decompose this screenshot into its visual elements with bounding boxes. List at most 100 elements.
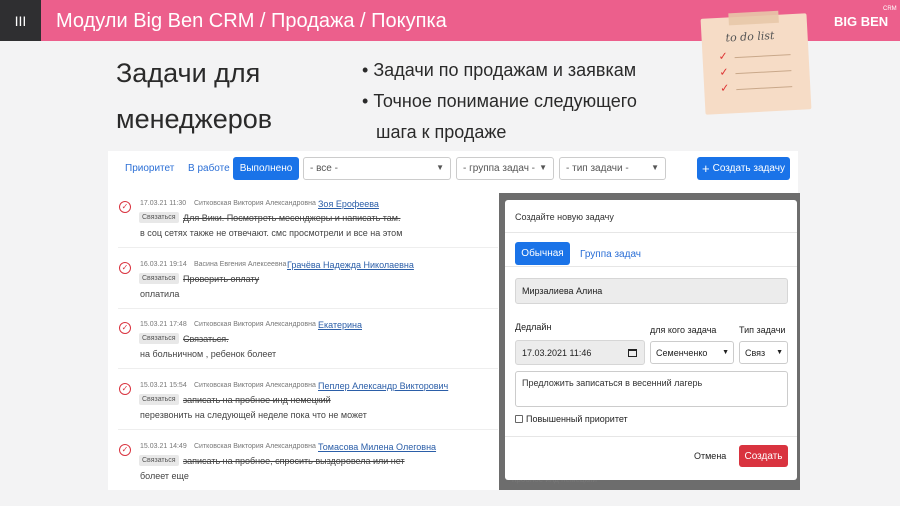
filter-all-select[interactable]: - все - ▼ xyxy=(303,157,451,180)
divider xyxy=(118,247,498,248)
task-note: на больничном , ребенок болеет xyxy=(140,349,277,359)
calendar-icon[interactable] xyxy=(628,348,637,357)
create-task-modal: Создайте новую задачу Обычная Группа зад… xyxy=(505,200,797,480)
divider xyxy=(118,368,498,369)
task-badge: Связаться xyxy=(139,455,179,466)
bullet-2-text: Точное понимание следующего xyxy=(373,91,637,111)
chevron-down-icon: ▼ xyxy=(651,163,659,172)
task-note: оплатила xyxy=(140,289,180,299)
chevron-down-icon: ▼ xyxy=(722,349,729,356)
priority-checkbox[interactable] xyxy=(515,415,523,423)
check-circle-icon[interactable]: ✓ xyxy=(119,262,131,274)
task-badge: Связаться xyxy=(139,394,179,405)
divider xyxy=(505,436,797,437)
task-title: Проверить оплату xyxy=(183,274,260,284)
nav-in-work[interactable]: В работе xyxy=(188,163,230,174)
task-author: Ситковская Виктория Александровна xyxy=(194,321,316,328)
heading-line1: Задачи для xyxy=(116,58,261,88)
client-field[interactable]: Мирзалиева Алина xyxy=(515,278,788,304)
chevron-down-icon: ▼ xyxy=(436,163,444,172)
bullet-1-text: Задачи по продажам и заявкам xyxy=(373,60,637,80)
submit-create-button[interactable]: Создать xyxy=(739,445,788,467)
plus-icon: + xyxy=(702,161,710,176)
check-circle-icon[interactable]: ✓ xyxy=(119,322,131,334)
task-client-link[interactable]: Екатерина xyxy=(318,320,362,330)
task-date: 17.03.21 11:30 xyxy=(140,200,187,207)
task-author: Ситковская Виктория Александровна xyxy=(194,443,316,450)
cancel-button[interactable]: Отмена xyxy=(694,451,726,461)
task-note: в соц сетях также не отвечают. смс просм… xyxy=(140,228,403,238)
check-icon: ✓ xyxy=(719,66,729,79)
heading-line2: менеджеров xyxy=(116,104,273,134)
slide-title: Модули Big Ben CRM / Продажа / Покупка xyxy=(56,10,447,32)
note-line xyxy=(736,86,793,91)
bullet-2: • Точное понимание следующего xyxy=(362,91,637,111)
divider xyxy=(505,232,797,233)
filter-type-value: - тип задачи - xyxy=(566,163,629,174)
bigben-logo: BIG BEN CRM xyxy=(834,4,897,38)
task-title: записать на пробное, спросить выздоровел… xyxy=(183,456,405,466)
create-task-label: Создать задачу xyxy=(712,163,785,174)
task-title: Связаться. xyxy=(183,334,229,344)
assignee-label: для кого задача xyxy=(650,325,717,335)
check-icon: ✓ xyxy=(719,82,730,95)
note-line xyxy=(734,54,791,59)
task-note: болеет еще xyxy=(140,471,189,481)
task-author: Васина Евгения Алексеевна xyxy=(194,261,287,268)
tab-group[interactable]: Группа задач xyxy=(580,249,641,260)
nav-priority[interactable]: Приоритет xyxy=(125,163,174,174)
tab-regular[interactable]: Обычная xyxy=(515,242,570,265)
task-badge: Связаться xyxy=(139,333,179,344)
deadline-input[interactable]: 17.03.2021 11:46 xyxy=(515,340,645,365)
todo-note-illustration: to do list ✓ ✓ ✓ xyxy=(700,10,812,115)
check-circle-icon[interactable]: ✓ xyxy=(119,201,131,213)
filter-type-select[interactable]: - тип задачи - ▼ xyxy=(559,157,666,180)
task-badge: Связаться xyxy=(139,273,179,284)
deadline-label: Дедлайн xyxy=(515,322,552,332)
create-task-button[interactable]: + Создать задачу xyxy=(697,157,790,180)
menu-icon[interactable]: III xyxy=(0,0,41,41)
divider xyxy=(118,429,498,430)
check-icon: ✓ xyxy=(718,50,729,63)
divider xyxy=(118,308,498,309)
filter-all-value: - все - xyxy=(310,163,338,174)
note-title: to do list xyxy=(725,29,775,45)
type-label: Тип задачи xyxy=(739,325,786,335)
deadline-value: 17.03.2021 11:46 xyxy=(522,347,592,358)
task-title: записать на пробное инд немецкий xyxy=(183,395,331,405)
chevron-down-icon: ▼ xyxy=(776,349,783,356)
type-select[interactable]: Связ ▼ xyxy=(739,341,788,364)
task-author: Ситковская Виктория Александровна xyxy=(194,200,316,207)
task-badge: Связаться xyxy=(139,212,179,223)
bullet-2-cont: шага к продаже xyxy=(376,122,507,142)
task-author: Ситковская Виктория Александровна xyxy=(194,382,316,389)
modal-title: Создайте новую задачу xyxy=(515,212,614,222)
check-circle-icon[interactable]: ✓ xyxy=(119,383,131,395)
divider xyxy=(505,266,797,267)
check-circle-icon[interactable]: ✓ xyxy=(119,444,131,456)
filter-group-select[interactable]: - группа задач - ▼ xyxy=(456,157,554,180)
filter-group-value: - группа задач - xyxy=(463,163,536,174)
task-date: 16.03.21 19:14 xyxy=(140,261,187,268)
task-client-link[interactable]: Пеплер Александр Викторович xyxy=(318,381,448,391)
priority-checkbox-label: Повышенный приоритет xyxy=(526,414,628,424)
logo-text: BIG BEN xyxy=(834,14,889,29)
task-client-link[interactable]: Зоя Ерофеева xyxy=(318,199,379,209)
task-note: перезвонить на следующей неделе пока что… xyxy=(140,410,367,420)
note-tape xyxy=(728,10,779,26)
bullet-1: • Задачи по продажам и заявкам xyxy=(362,60,637,80)
task-client-link[interactable]: Томасова Милена Олеговна xyxy=(318,442,436,452)
chevron-down-icon: ▼ xyxy=(539,163,547,172)
note-line xyxy=(735,70,792,75)
assignee-value: Семенченко xyxy=(656,347,708,358)
task-date: 15.03.21 14:49 xyxy=(140,443,187,450)
description-textarea[interactable]: Предложить записаться в весенний лагерь xyxy=(515,371,788,407)
assignee-select[interactable]: Семенченко ▼ xyxy=(650,341,734,364)
type-value: Связ xyxy=(745,347,766,358)
task-date: 15.03.21 15:54 xyxy=(140,382,187,389)
logo-small: CRM xyxy=(883,6,897,12)
nav-done-button[interactable]: Выполнено xyxy=(233,157,299,180)
task-date: 15.03.21 17:48 xyxy=(140,321,187,328)
task-title: Для Вики. Посмотреть месенджеры и написа… xyxy=(183,213,401,223)
task-client-link[interactable]: Грачёва Надежда Николаевна xyxy=(287,260,414,270)
